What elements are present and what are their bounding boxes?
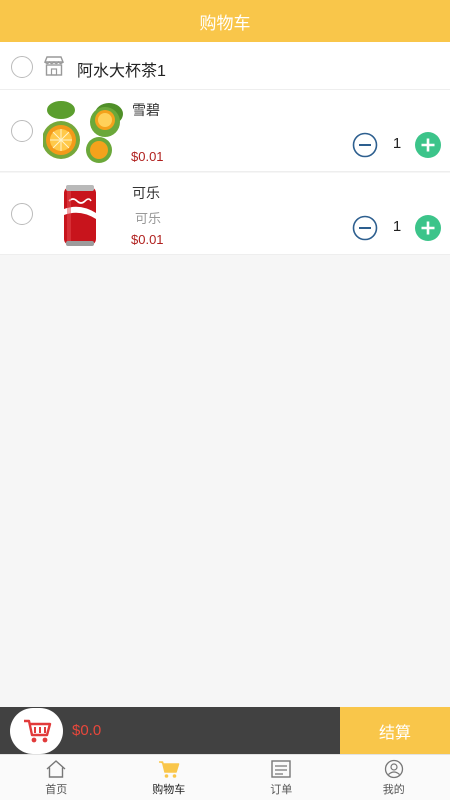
user-icon: [384, 759, 403, 778]
cart-item: 雪碧 $0.01 1: [0, 90, 450, 172]
tab-cart[interactable]: 购物车: [113, 755, 226, 800]
decrease-quantity-button[interactable]: [352, 132, 378, 158]
quantity-value: 1: [392, 135, 402, 152]
bottom-tab-bar: 首页 购物车 订单 我的: [0, 754, 450, 800]
tab-orders[interactable]: 订单: [225, 755, 338, 800]
increase-quantity-button[interactable]: [415, 132, 441, 158]
cart-icon: [23, 719, 51, 743]
store-row[interactable]: 阿水大杯茶1: [0, 42, 450, 90]
increase-quantity-button[interactable]: [415, 215, 441, 241]
item-select-radio[interactable]: [11, 203, 33, 225]
store-select-radio[interactable]: [11, 56, 33, 78]
tab-label: 订单: [270, 783, 293, 796]
product-name: 可乐: [132, 185, 160, 201]
app-header: 购物车: [0, 0, 450, 42]
item-select-radio[interactable]: [11, 120, 33, 142]
tab-home[interactable]: 首页: [0, 755, 113, 800]
tab-profile[interactable]: 我的: [338, 755, 450, 800]
checkout-button[interactable]: 结算: [340, 707, 450, 754]
store-name: 阿水大杯茶1: [77, 63, 166, 80]
tab-label: 我的: [382, 783, 405, 796]
tab-label: 首页: [45, 783, 68, 796]
product-subtitle: 可乐: [135, 211, 162, 226]
cart-total: $0.0: [72, 722, 102, 739]
product-image-coke-can: [43, 179, 123, 249]
product-price: $0.01: [131, 149, 164, 164]
list-icon: [271, 759, 291, 778]
page-title: 购物车: [199, 13, 251, 33]
product-price: $0.01: [131, 232, 164, 247]
product-name: 雪碧: [132, 102, 160, 118]
cart-item: 可乐 可乐 $0.01 1: [0, 173, 450, 255]
quantity-value: 1: [392, 218, 402, 235]
decrease-quantity-button[interactable]: [352, 215, 378, 241]
home-icon: [46, 759, 66, 778]
product-image-oranges: [43, 96, 123, 166]
cart-icon: [158, 760, 180, 778]
store-icon: [43, 56, 65, 76]
cart-summary-button[interactable]: [10, 708, 63, 754]
tab-label: 购物车: [152, 783, 186, 796]
